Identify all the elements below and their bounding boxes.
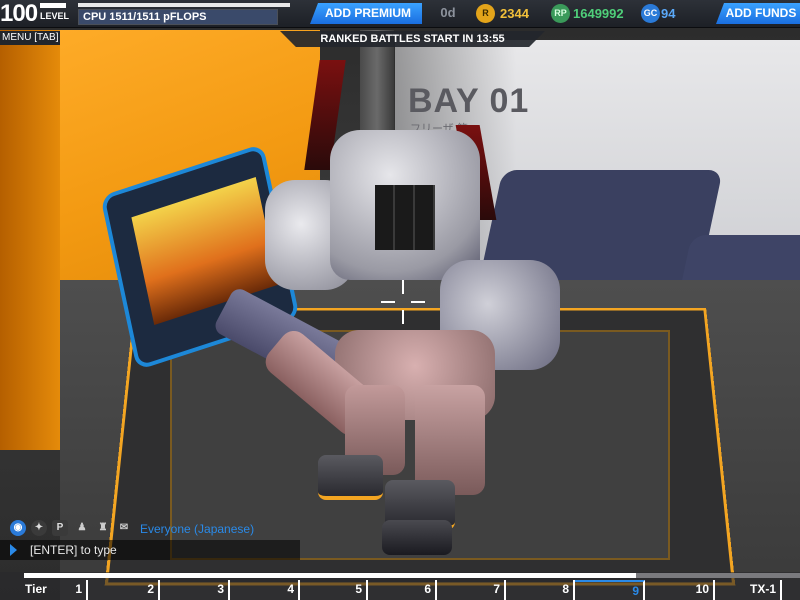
tier-progress-remaining bbox=[636, 573, 800, 578]
tier-button-2[interactable]: 2 bbox=[88, 580, 160, 600]
clan-icon[interactable]: ♜ bbox=[95, 520, 111, 536]
robits-currency-icon: R bbox=[476, 4, 495, 23]
robot-leg-right bbox=[415, 385, 485, 495]
tier-button-8[interactable]: 8 bbox=[506, 580, 575, 600]
party-icon[interactable]: P bbox=[52, 520, 68, 536]
cpu-meter-text: CPU 1511/1511 pFLOPS bbox=[83, 11, 207, 23]
tier-button-5[interactable]: 5 bbox=[300, 580, 368, 600]
tier-button-9[interactable]: 9 bbox=[575, 580, 645, 600]
chat-input-placeholder: [ENTER] to type bbox=[30, 543, 117, 557]
robot-chest-panel bbox=[375, 185, 435, 250]
robot-foot-right-lower bbox=[382, 520, 452, 555]
whisper-icon[interactable]: ✉ bbox=[116, 520, 132, 536]
tier-button-3[interactable]: 3 bbox=[160, 580, 230, 600]
galaxy-coins-icon: GC bbox=[641, 4, 660, 23]
cpu-capacity-bar bbox=[78, 3, 290, 7]
add-premium-button[interactable]: ADD PREMIUM bbox=[310, 3, 422, 24]
robot-foot-left bbox=[318, 455, 383, 500]
chat-channel-label[interactable]: Everyone (Japanese) bbox=[140, 522, 254, 536]
player-level-label: LEVEL bbox=[40, 11, 70, 21]
globe-icon[interactable]: ◉ bbox=[10, 520, 26, 536]
rp-balance: 1649992 bbox=[573, 6, 624, 21]
player-level-number: 100 bbox=[0, 0, 38, 27]
tier-button-7[interactable]: 7 bbox=[437, 580, 506, 600]
people-icon[interactable]: ✦ bbox=[31, 520, 47, 536]
ranked-battles-banner: RANKED BATTLES START IN 13:55 bbox=[280, 31, 545, 47]
friends-icon[interactable]: ♟ bbox=[74, 520, 90, 536]
tier-button-1[interactable]: 1 bbox=[38, 580, 88, 600]
chat-input[interactable]: [ENTER] to type bbox=[0, 540, 300, 560]
premium-days-remaining: 0d bbox=[440, 5, 456, 20]
add-funds-button[interactable]: ADD FUNDS bbox=[716, 3, 800, 24]
chat-caret-icon bbox=[10, 544, 17, 556]
menu-tab-button[interactable]: MENU [TAB] bbox=[0, 31, 60, 45]
garage-scene: BAY 01 フリーザ 第一 bbox=[0, 0, 800, 600]
robits-balance: 2344 bbox=[500, 6, 529, 21]
tier-button-6[interactable]: 6 bbox=[368, 580, 437, 600]
top-hud-bar: 100 LEVEL CPU 1511/1511 pFLOPS ADD PREMI… bbox=[0, 0, 800, 28]
tier-button-tx-1[interactable]: TX-1 bbox=[715, 580, 782, 600]
tier-button-4[interactable]: 4 bbox=[230, 580, 300, 600]
cpu-meter: CPU 1511/1511 pFLOPS bbox=[78, 9, 278, 25]
tier-progress-bar bbox=[24, 573, 636, 578]
level-progress-bar bbox=[40, 3, 66, 8]
rp-currency-icon: RP bbox=[551, 4, 570, 23]
tier-button-10[interactable]: 10 bbox=[645, 580, 715, 600]
crosshair-icon bbox=[381, 280, 425, 324]
galaxy-coins-balance: 94 bbox=[661, 6, 676, 21]
